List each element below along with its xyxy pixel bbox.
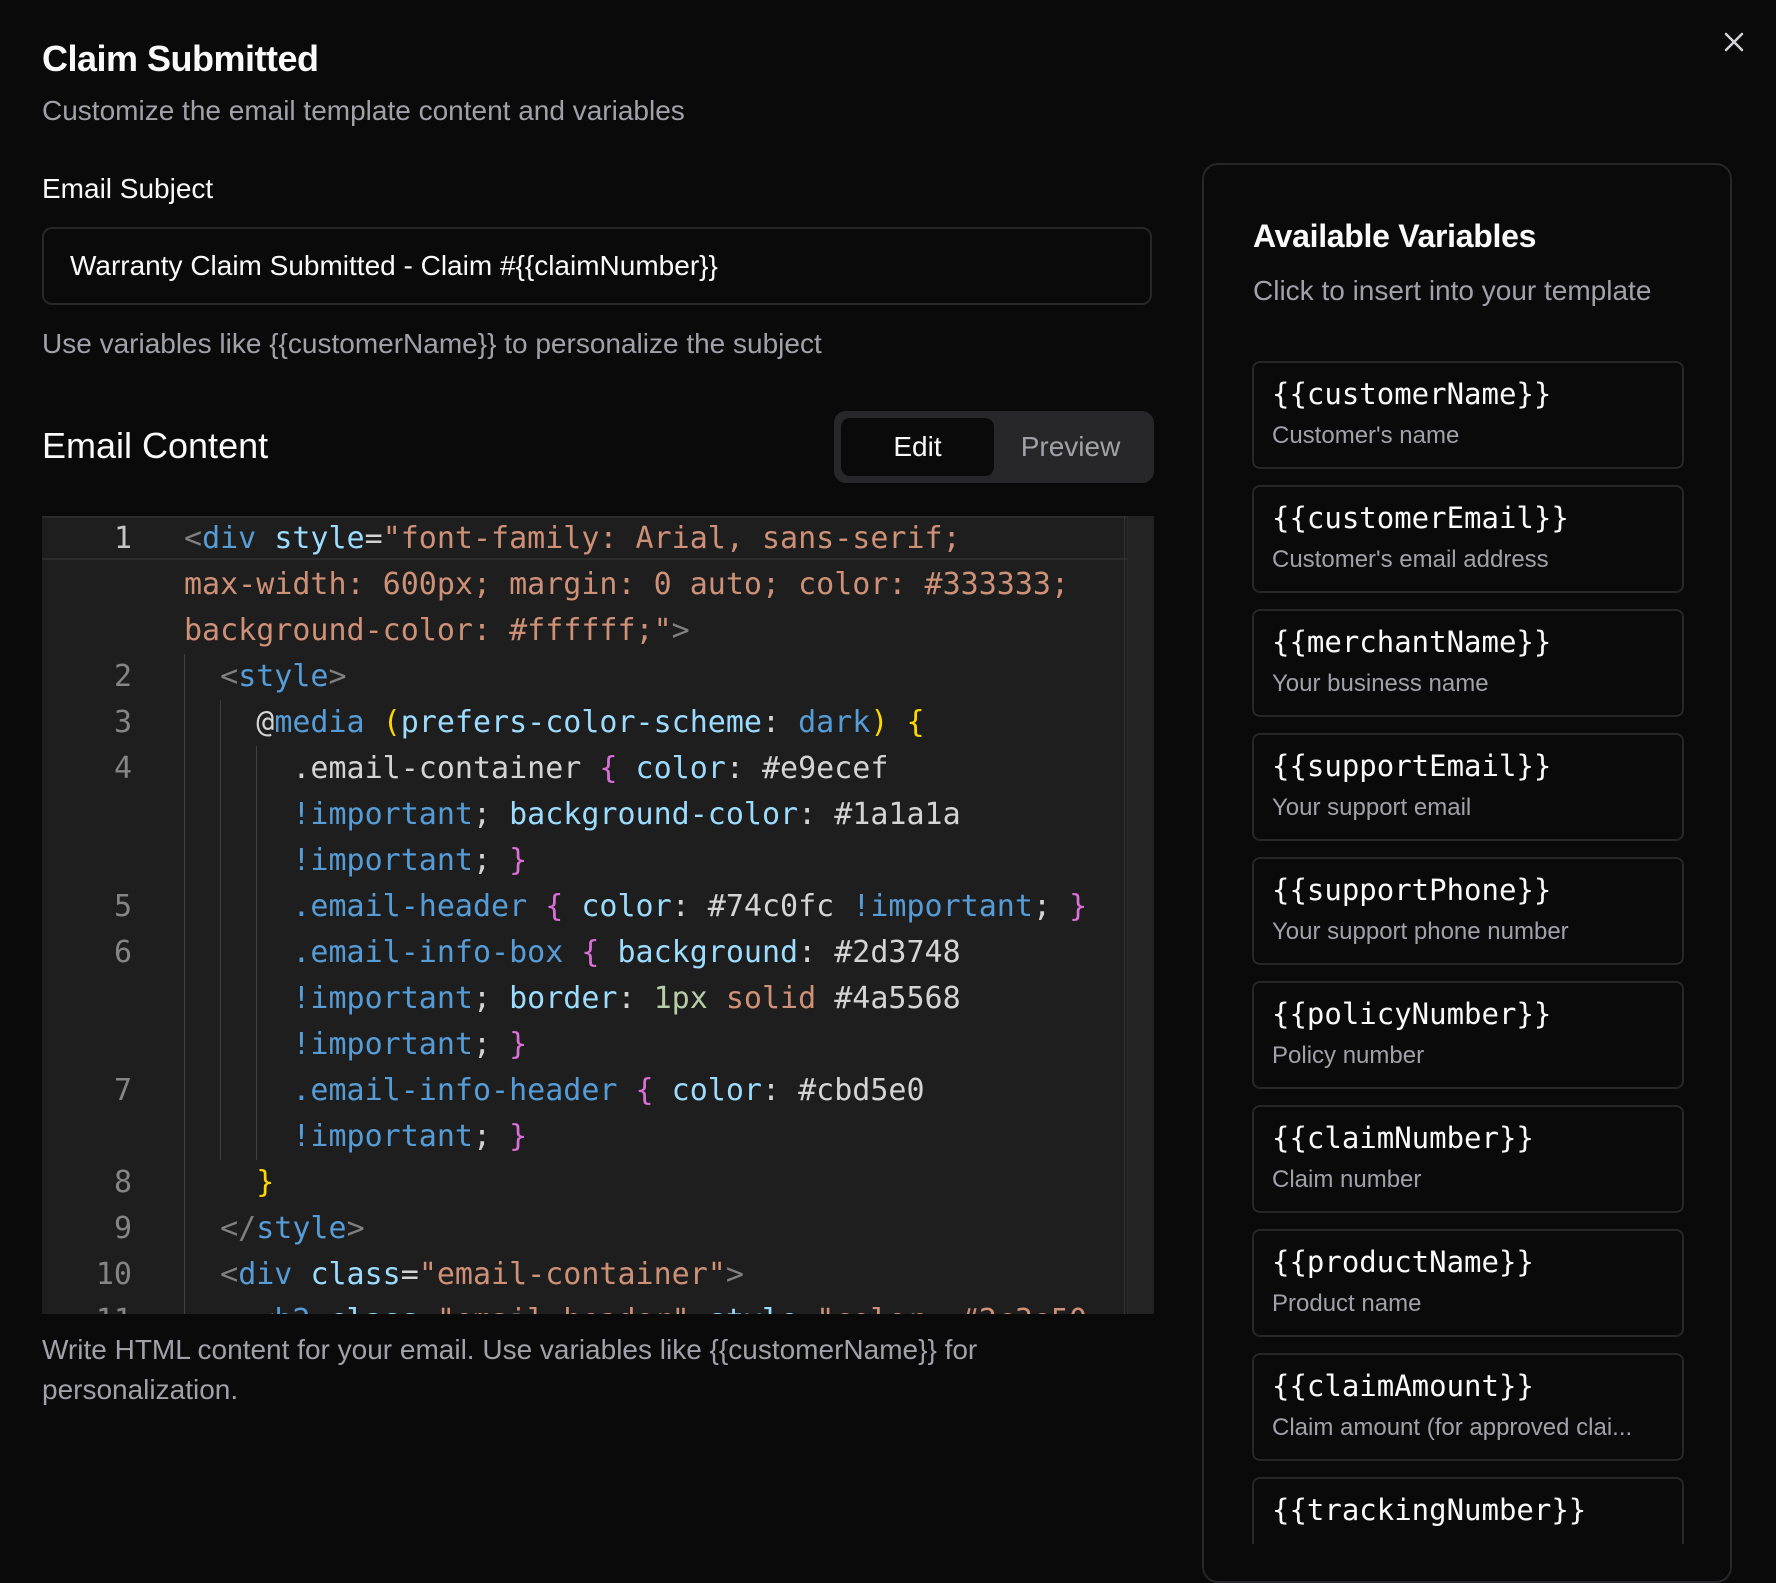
variable-name: {{claimNumber}} xyxy=(1272,1121,1534,1155)
code-line: !important; background-color: #1a1a1a xyxy=(292,797,961,832)
tab-edit[interactable]: Edit xyxy=(841,418,994,476)
variable-description: Claim amount (for approved clai... xyxy=(1272,1414,1633,1441)
line-number: 3 xyxy=(113,705,132,740)
line-number: 8 xyxy=(113,1165,132,1200)
line-number: 4 xyxy=(113,751,132,786)
variable-product-name[interactable]: {{productName}} Product name xyxy=(1252,1229,1684,1337)
variable-claim-number[interactable]: {{claimNumber}} Claim number xyxy=(1252,1105,1684,1213)
code-line: !important; } xyxy=(292,843,528,878)
variable-name: {{productName}} xyxy=(1272,1245,1534,1279)
code-line: <h2 class="email-header" style="color: #… xyxy=(184,1298,1105,1314)
variable-description: Customer's email address xyxy=(1272,546,1549,573)
variable-claim-amount[interactable]: {{claimAmount}} Claim amount (for approv… xyxy=(1252,1353,1684,1461)
variable-description: Customer's name xyxy=(1272,422,1460,449)
variable-name: {{supportPhone}} xyxy=(1272,873,1552,907)
editor-scrollbar[interactable] xyxy=(1127,516,1153,1314)
close-button[interactable] xyxy=(1716,24,1752,60)
close-icon xyxy=(1724,32,1744,52)
variable-description: Claim number xyxy=(1272,1166,1422,1193)
variable-name: {{customerEmail}} xyxy=(1272,501,1569,535)
code-editor[interactable]: 1 2 3 4 5 6 7 8 9 10 11 <div style="font… xyxy=(42,516,1154,1314)
variable-name: {{supportEmail}} xyxy=(1272,749,1552,783)
code-line: </style> xyxy=(220,1211,365,1246)
code-line: .email-container { color: #e9ecef xyxy=(292,751,889,786)
variable-name: {{policyNumber}} xyxy=(1272,997,1552,1031)
line-number: 11 xyxy=(42,1298,132,1314)
variable-tracking-number[interactable]: {{trackingNumber}} xyxy=(1252,1477,1684,1544)
variable-name: {{trackingNumber}} xyxy=(1272,1493,1587,1527)
line-number: 9 xyxy=(113,1211,132,1246)
code-line: !important; border: 1px solid #4a5568 xyxy=(292,981,961,1016)
tab-preview[interactable]: Preview xyxy=(994,418,1147,476)
code-line: .email-info-box { background: #2d3748 xyxy=(292,935,961,970)
variable-name: {{claimAmount}} xyxy=(1272,1369,1534,1403)
variable-description: Product name xyxy=(1272,1290,1422,1317)
variables-title: Available Variables xyxy=(1253,218,1537,254)
variable-description: Your support email xyxy=(1272,794,1472,821)
variable-name: {{customerName}} xyxy=(1272,377,1552,411)
variable-description: Policy number xyxy=(1272,1042,1425,1069)
code-line: .email-header { color: #74c0fc !importan… xyxy=(292,889,1088,924)
variable-support-phone[interactable]: {{supportPhone}} Your support phone numb… xyxy=(1252,857,1684,965)
code-line: !important; } xyxy=(292,1027,528,1062)
code-line: !important; } xyxy=(292,1119,528,1154)
line-number: 5 xyxy=(113,889,132,924)
code-line: max-width: 600px; margin: 0 auto; color:… xyxy=(184,567,1070,602)
code-line: background-color: #ffffff;"> xyxy=(184,613,690,648)
code-line: .email-info-header { color: #cbd5e0 xyxy=(292,1073,925,1108)
variables-subtitle: Click to insert into your template xyxy=(1253,275,1652,306)
email-content-title: Email Content xyxy=(42,425,269,466)
email-subject-input[interactable] xyxy=(42,227,1152,305)
code-line: <div style="font-family: Arial, sans-ser… xyxy=(184,521,961,556)
variable-description: Your business name xyxy=(1272,670,1489,697)
variable-customer-email[interactable]: {{customerEmail}} Customer's email addre… xyxy=(1252,485,1684,593)
line-number: 10 xyxy=(95,1257,132,1292)
line-number: 2 xyxy=(113,659,132,694)
line-number: 1 xyxy=(113,521,132,556)
variable-name: {{merchantName}} xyxy=(1272,625,1552,659)
variable-merchant-name[interactable]: {{merchantName}} Your business name xyxy=(1252,609,1684,717)
variable-customer-name[interactable]: {{customerName}} Customer's name xyxy=(1252,361,1684,469)
line-number: 6 xyxy=(113,935,132,970)
editor-mode-tabs: Edit Preview xyxy=(834,411,1154,483)
variable-description: Your support phone number xyxy=(1272,918,1569,945)
variable-policy-number[interactable]: {{policyNumber}} Policy number xyxy=(1252,981,1684,1089)
variable-support-email[interactable]: {{supportEmail}} Your support email xyxy=(1252,733,1684,841)
dialog-subtitle: Customize the email template content and… xyxy=(42,95,685,126)
dialog-title: Claim Submitted xyxy=(42,38,319,79)
code-line: @media (prefers-color-scheme: dark) { xyxy=(256,705,925,740)
email-content-help: Write HTML content for your email. Use v… xyxy=(42,1334,978,1405)
code-line: <style> xyxy=(220,659,347,694)
editor-ruler xyxy=(1124,516,1125,1314)
email-subject-label: Email Subject xyxy=(42,173,214,204)
code-line: <div class="email-container"> xyxy=(220,1257,744,1292)
code-line: } xyxy=(256,1165,275,1200)
email-subject-hint: Use variables like {{customerName}} to p… xyxy=(42,328,822,359)
line-number: 7 xyxy=(113,1073,132,1108)
